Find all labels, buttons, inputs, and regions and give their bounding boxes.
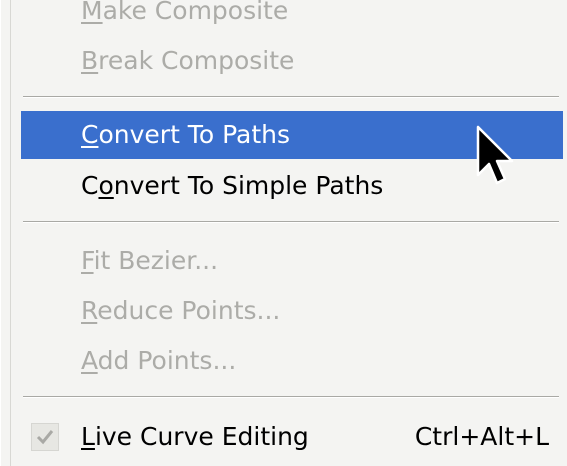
- menu-item-break-composite[interactable]: Break Composite: [21, 38, 563, 84]
- context-menu: Make Composite Break Composite Convert T…: [0, 0, 567, 466]
- menu-item-shortcut: Ctrl+Alt+L: [414, 422, 549, 451]
- menu-item-label: Add Points...: [81, 346, 237, 375]
- menu-separator: [23, 396, 559, 398]
- menu-item-label: Fit Bezier...: [81, 246, 219, 275]
- menu-item-reduce-points[interactable]: Reduce Points...: [21, 288, 563, 334]
- menu-separator: [23, 221, 559, 223]
- menu-item-fit-bezier[interactable]: Fit Bezier...: [21, 238, 563, 284]
- menu-item-live-curve-editing[interactable]: Live Curve Editing Ctrl+Alt+L: [21, 414, 563, 460]
- menu-separator: [23, 96, 559, 98]
- mouse-pointer-icon: [476, 125, 514, 185]
- check-icon: [31, 423, 59, 451]
- menu-item-label: Break Composite: [81, 46, 295, 75]
- menu-item-label: Reduce Points...: [81, 296, 281, 325]
- menu-item-make-composite[interactable]: Make Composite: [21, 0, 563, 34]
- menu-item-label: Make Composite: [81, 0, 289, 25]
- menu-item-add-points[interactable]: Add Points...: [21, 338, 563, 384]
- menu-item-label: Live Curve Editing: [81, 422, 309, 451]
- menu-item-label: Convert To Paths: [81, 120, 291, 149]
- menu-item-label: Convert To Simple Paths: [81, 171, 384, 200]
